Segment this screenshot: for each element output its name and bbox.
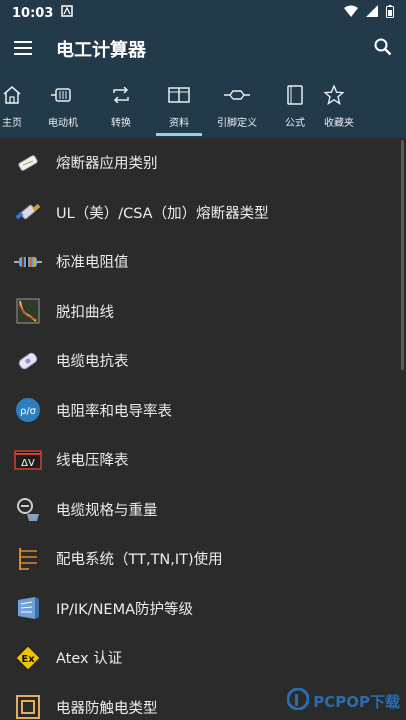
home-icon bbox=[2, 82, 22, 108]
book-icon bbox=[287, 82, 303, 108]
ul-fuse-icon bbox=[14, 198, 42, 226]
list-item-label: 熔断器应用类别 bbox=[56, 156, 158, 173]
list-item-label: IP/IK/NEMA防护等级 bbox=[56, 601, 194, 618]
list-item-label: 标准电阻值 bbox=[56, 255, 129, 272]
battery-icon bbox=[386, 4, 394, 22]
list-item-label: 电缆规格与重量 bbox=[56, 502, 158, 519]
tab-favorites[interactable]: 收藏夹 bbox=[324, 72, 364, 138]
status-time: 10:03 bbox=[12, 5, 54, 21]
tab-label: 资料 bbox=[169, 117, 189, 129]
tab-reference[interactable]: 资料 bbox=[150, 72, 208, 138]
list-item[interactable]: 熔断器应用类别 bbox=[0, 138, 406, 188]
tab-home[interactable]: 主页 bbox=[0, 72, 34, 138]
resistivity-symbol: ρ/σ bbox=[20, 406, 37, 417]
voltage-drop-icon: ΔV bbox=[14, 446, 42, 474]
watermark-text: PCPOP下载 bbox=[313, 692, 400, 711]
tab-motor[interactable]: 电动机 bbox=[34, 72, 92, 138]
protection-icon bbox=[14, 594, 42, 622]
list-item[interactable]: IP/IK/NEMA防护等级 bbox=[0, 584, 406, 634]
tab-label: 主页 bbox=[2, 117, 22, 129]
cable-reactance-icon bbox=[14, 347, 42, 375]
list-item-label: 配电系统（TT,TN,IT)使用 bbox=[56, 552, 223, 569]
list-item[interactable]: 电缆规格与重量 bbox=[0, 485, 406, 535]
menu-icon[interactable] bbox=[14, 40, 32, 59]
list-item[interactable]: ΔV 线电压降表 bbox=[0, 435, 406, 485]
tab-label: 公式 bbox=[285, 117, 305, 129]
fuse-icon bbox=[14, 149, 42, 177]
book-open-icon bbox=[168, 82, 190, 108]
tab-label: 转换 bbox=[111, 117, 131, 129]
list-item[interactable]: 标准电阻值 bbox=[0, 237, 406, 287]
scrollbar[interactable] bbox=[401, 140, 404, 370]
tab-convert[interactable]: 转换 bbox=[92, 72, 150, 138]
signal-icon bbox=[366, 5, 378, 21]
list-item-label: 电阻率和电导率表 bbox=[56, 403, 172, 420]
distribution-icon bbox=[14, 545, 42, 573]
trip-curve-icon bbox=[14, 297, 42, 325]
search-icon[interactable] bbox=[374, 38, 392, 60]
tab-formula[interactable]: 公式 bbox=[266, 72, 324, 138]
resistivity-icon: ρ/σ bbox=[14, 396, 42, 424]
shock-class-icon bbox=[14, 693, 42, 720]
resistor-icon bbox=[14, 248, 42, 276]
list-item[interactable]: 电缆电抗表 bbox=[0, 336, 406, 386]
status-bar: 10:03 bbox=[0, 0, 406, 26]
list-item[interactable]: 脱扣曲线 bbox=[0, 287, 406, 337]
reference-list: 熔断器应用类别 UL（美）/CSA（加）熔断器类型 标准电阻值 脱扣曲线 电缆电… bbox=[0, 138, 406, 720]
tab-label: 引脚定义 bbox=[217, 117, 257, 129]
list-item[interactable]: UL（美）/CSA（加）熔断器类型 bbox=[0, 188, 406, 238]
wifi-icon bbox=[344, 5, 358, 21]
tab-bar: 主页 电动机 转换 资料 引脚定义 公式 收藏夹 bbox=[0, 72, 406, 138]
tab-label: 电动机 bbox=[48, 117, 78, 129]
list-item[interactable]: 配电系统（TT,TN,IT)使用 bbox=[0, 534, 406, 584]
list-item-label: Atex 认证 bbox=[56, 651, 123, 668]
list-item-label: 线电压降表 bbox=[56, 453, 129, 470]
app-title: 电工计算器 bbox=[56, 40, 146, 61]
atex-icon: Ex bbox=[14, 644, 42, 672]
voltage-drop-symbol: ΔV bbox=[21, 458, 35, 469]
pin-icon bbox=[224, 82, 250, 108]
list-item-label: 电器防触电类型 bbox=[56, 700, 158, 717]
convert-icon bbox=[111, 82, 131, 108]
list-item-label: 脱扣曲线 bbox=[56, 304, 114, 321]
list-item[interactable]: ρ/σ 电阻率和电导率表 bbox=[0, 386, 406, 436]
app-toolbar: 电工计算器 bbox=[0, 26, 406, 72]
list-item-label: UL（美）/CSA（加）熔断器类型 bbox=[56, 205, 269, 222]
list-item-label: 电缆电抗表 bbox=[56, 354, 129, 371]
tab-label: 收藏夹 bbox=[324, 117, 354, 129]
list-item[interactable]: Ex Atex 认证 bbox=[0, 633, 406, 683]
star-icon bbox=[324, 82, 344, 108]
cable-weight-icon bbox=[14, 495, 42, 523]
watermark: PCPOP下载 bbox=[286, 687, 400, 714]
tab-pinout[interactable]: 引脚定义 bbox=[208, 72, 266, 138]
watermark-logo-icon bbox=[286, 687, 310, 714]
atex-symbol: Ex bbox=[21, 654, 35, 665]
motor-icon bbox=[51, 82, 75, 108]
notification-icon bbox=[61, 5, 74, 21]
